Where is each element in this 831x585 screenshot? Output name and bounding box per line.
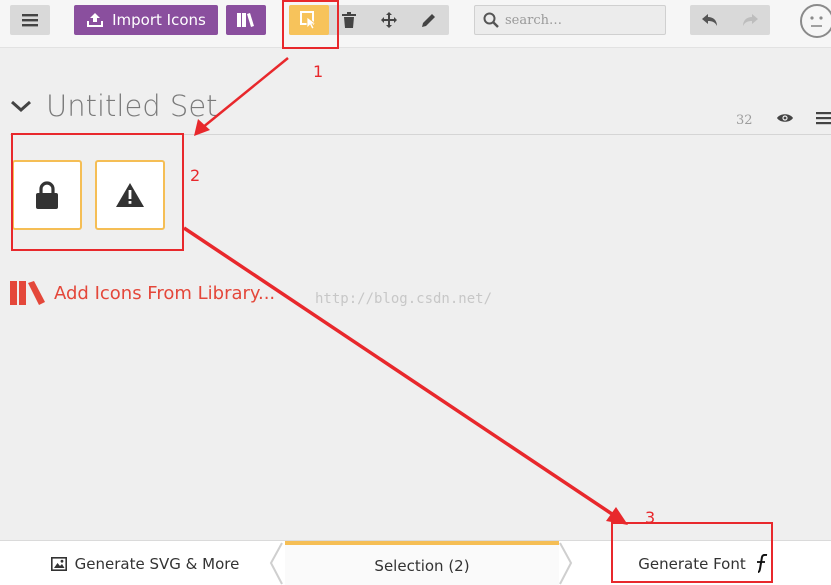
chevron-right-divider (559, 542, 573, 585)
set-icon-size: 32 (736, 113, 753, 128)
selection-label: Selection (2) (374, 556, 470, 575)
user-avatar[interactable] (800, 4, 831, 38)
set-title[interactable]: Untitled Set (46, 89, 218, 123)
chevron-down-icon[interactable] (10, 99, 32, 113)
generate-svg-button[interactable]: Generate SVG & More (0, 541, 290, 585)
annotation-number-2: 2 (190, 166, 201, 185)
annotation-box-2 (11, 133, 184, 251)
hamburger-icon (22, 14, 38, 27)
add-library-label: Add Icons From Library... (54, 282, 276, 304)
list-menu-icon[interactable] (816, 112, 831, 125)
search-icon (483, 12, 499, 28)
pencil-icon (422, 14, 435, 27)
generate-svg-label: Generate SVG & More (74, 554, 240, 573)
selection-tab[interactable]: Selection (2) (285, 541, 559, 585)
annotation-number-3: 3 (645, 508, 656, 527)
eye-icon[interactable] (776, 111, 794, 125)
annotation-box-3 (611, 522, 773, 583)
upload-icon (87, 13, 104, 27)
history-buttons (690, 5, 770, 35)
undo-icon (702, 14, 717, 26)
search-box[interactable] (474, 5, 666, 35)
move-arrows-icon (381, 12, 397, 28)
add-icons-from-library[interactable]: Add Icons From Library... (10, 281, 275, 305)
menu-button[interactable] (10, 5, 50, 35)
redo-button[interactable] (730, 5, 770, 35)
trash-icon (342, 12, 356, 28)
library-books-icon (10, 281, 45, 305)
image-icon (50, 556, 67, 571)
face-icon (810, 16, 823, 27)
annotation-arrow-2 (183, 226, 616, 518)
edit-tool-button[interactable] (409, 5, 449, 35)
watermark-text: http://blog.csdn.net/ (315, 291, 493, 307)
set-header: Untitled Set (10, 86, 218, 126)
chevron-left-divider (269, 542, 283, 585)
annotation-box-1 (282, 0, 339, 49)
books-icon (237, 13, 254, 27)
undo-button[interactable] (690, 5, 730, 35)
library-button[interactable] (226, 5, 266, 35)
top-toolbar: Import Icons (0, 0, 831, 48)
search-input[interactable] (505, 12, 655, 28)
import-icons-button[interactable]: Import Icons (74, 5, 218, 35)
move-tool-button[interactable] (369, 5, 409, 35)
annotation-number-1: 1 (313, 62, 324, 81)
import-icons-label: Import Icons (112, 11, 206, 29)
redo-icon (743, 14, 758, 26)
